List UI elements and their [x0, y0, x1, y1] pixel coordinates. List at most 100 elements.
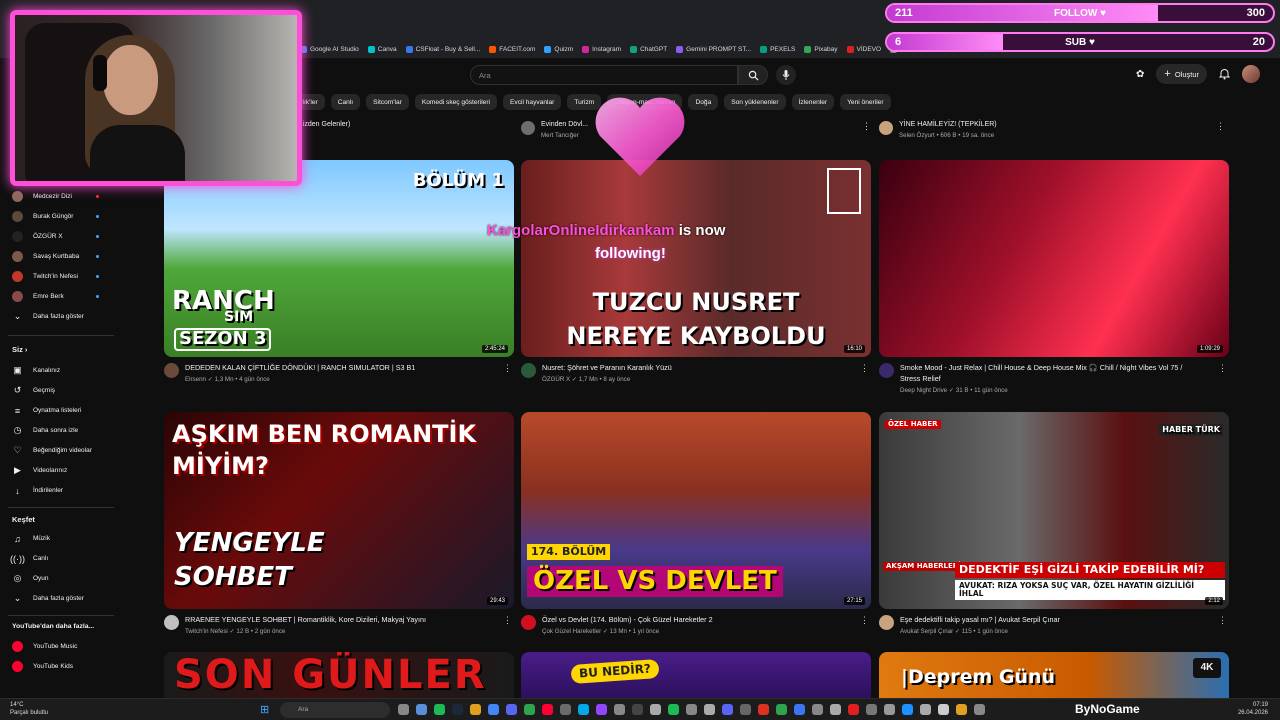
sidebar-you-header[interactable]: Siz › [12, 345, 27, 354]
video-title[interactable]: Eşe dedektifli takip yasal mı? | Avukat … [900, 615, 1200, 626]
app-icon[interactable] [920, 704, 931, 715]
video-title[interactable]: Smoke Mood - Just Relax | Chill House & … [900, 363, 1200, 385]
video-title[interactable]: Nusret: Şöhret ve Paranın Karanlık Yüzü [542, 363, 842, 374]
video-thumbnail[interactable]: BÖLÜM 1 RANCH SIM SEZON 3 2:45:24 [164, 160, 514, 357]
video-card[interactable]: BÖLÜM 1 RANCH SIM SEZON 3 2:45:24 DEDEDEN KAL… [164, 160, 514, 383]
bookmark-item[interactable]: VİDEVO [846, 41, 881, 57]
sidebar-item[interactable]: ≡ Oynatma listeleri [12, 405, 82, 416]
channel-name[interactable]: ÖZGÜR X [542, 376, 570, 383]
app-icon[interactable] [704, 704, 715, 715]
video-thumbnail[interactable]: ÖZEL HABER HABER TÜRK AKŞAM HABERLERİ DEDEK… [879, 412, 1229, 609]
channel-name[interactable]: Avukat Serpil Çınar [900, 628, 953, 635]
app-icon[interactable] [830, 704, 841, 715]
app-icon[interactable] [758, 704, 769, 715]
app-icon[interactable] [902, 704, 913, 715]
discord-icon[interactable] [506, 704, 517, 715]
sidebar-item[interactable]: ↓ İndirilenler [12, 485, 63, 496]
chrome-icon[interactable] [488, 704, 499, 715]
settings-icon[interactable] [560, 704, 571, 715]
account-avatar[interactable] [1242, 65, 1260, 83]
channel-avatar[interactable] [164, 615, 179, 630]
more-options-icon[interactable]: ⋮ [503, 615, 512, 626]
windows-start-icon[interactable]: ⊞ [260, 703, 269, 716]
more-options-icon[interactable]: ⋮ [503, 363, 512, 374]
app-icon[interactable] [686, 704, 697, 715]
sidebar-item[interactable]: ♫ Müzik [12, 533, 50, 544]
channel-avatar[interactable] [164, 363, 179, 378]
more-options-icon[interactable]: ⋮ [860, 615, 869, 626]
steam-icon[interactable] [452, 704, 463, 715]
bookmark-item[interactable]: Pixabay [804, 41, 838, 57]
channel-name[interactable]: Twitch'in Nefesi [185, 628, 228, 635]
app-icon[interactable] [938, 704, 949, 715]
more-options-icon[interactable]: ⋮ [860, 363, 869, 374]
video-thumbnail[interactable]: 1:09:29 [879, 160, 1229, 357]
filter-chip[interactable]: Son yüklenenler [724, 94, 786, 110]
channel-avatar[interactable] [521, 121, 535, 135]
video-card[interactable]: 174. BÖLÜM ÖZEL VS DEVLET 27:15 Özel vs Dev… [521, 412, 871, 635]
sidebar-item[interactable]: ▣ Kanalınız [12, 365, 60, 376]
video-card[interactable]: TUZCU NUSRET NEREYE KAYBOLDU 16:10 Nusret: … [521, 160, 871, 383]
filter-chip[interactable]: Sitcom'lar [366, 94, 409, 110]
app-icon[interactable] [650, 704, 661, 715]
video-title[interactable]: RRAENEE YENGEYLE SOHBET | Romantiklik, K… [185, 615, 485, 626]
channel-avatar[interactable] [521, 615, 536, 630]
video-card[interactable]: 1:09:29 Smoke Mood - Just Relax | Chill H… [879, 160, 1229, 394]
bookmark-item[interactable]: CSFloat - Buy & Sell... [405, 41, 480, 57]
channel-avatar[interactable] [879, 121, 893, 135]
bookmark-item[interactable]: ChatGPT [630, 41, 667, 57]
sidebar-item[interactable]: ♡ Beğendiğim videolar [12, 445, 91, 456]
bell-icon[interactable] [1219, 68, 1230, 80]
voice-search-button[interactable] [776, 65, 796, 85]
bottom-video-thumb-2[interactable]: BU NEDİR? [521, 652, 871, 700]
terminal-icon[interactable] [632, 704, 643, 715]
folder-icon[interactable] [470, 704, 481, 715]
video-thumbnail[interactable]: TUZCU NUSRET NEREYE KAYBOLDU 16:10 [521, 160, 871, 357]
spotify-icon[interactable] [434, 704, 445, 715]
filter-chip[interactable]: Komedi skeç gösterileri [414, 94, 498, 110]
sidebar-subscription[interactable]: Savaş Kurtbaba [12, 251, 99, 262]
app-icon[interactable] [794, 704, 805, 715]
app-icon[interactable] [776, 704, 787, 715]
bookmark-item[interactable]: Quizm [544, 41, 573, 57]
video-title[interactable]: DEDEDEN KALAN ÇİFTLİĞE DÖNDÜK! | RANCH S… [185, 363, 485, 374]
sidebar-subscription[interactable]: ÖZGÜR X [12, 231, 99, 242]
filter-chip[interactable]: İzlenenler [791, 94, 835, 110]
sidebar-item[interactable]: YouTube Music [12, 641, 77, 652]
sidebar-subscription[interactable]: ⌄ Daha fazla göster [12, 311, 84, 322]
channel-avatar[interactable] [879, 363, 894, 378]
app-icon[interactable] [974, 704, 985, 715]
app-icon[interactable] [722, 704, 733, 715]
file-explorer-icon[interactable] [398, 704, 409, 715]
filter-chip[interactable]: Yeni öneriler [840, 94, 891, 110]
more-options-icon[interactable]: ⋮ [1218, 363, 1227, 374]
more-options-icon[interactable]: ⋮ [1218, 615, 1227, 626]
taskbar-search[interactable]: Ara [280, 702, 390, 718]
video-title[interactable]: Özel vs Devlet (174. Bölüm) - Çok Güzel … [542, 615, 842, 626]
sidebar-item[interactable]: ↺ Geçmiş [12, 385, 55, 396]
browser-icon[interactable] [416, 704, 427, 715]
cast-icon[interactable]: ✿ [1136, 69, 1144, 80]
more-options-icon[interactable]: ⋮ [862, 121, 871, 132]
app-icon[interactable] [866, 704, 877, 715]
channel-name[interactable]: Deep Night Drive [900, 387, 947, 394]
channel-name[interactable]: Elrsenn [185, 376, 206, 383]
bookmark-item[interactable]: Canva [367, 41, 397, 57]
sidebar-item[interactable]: ◷ Daha sonra izle [12, 425, 79, 436]
sidebar-subscription[interactable]: Twitch'in Nefesi [12, 271, 99, 282]
sidebar-subscription[interactable]: Burak Güngör [12, 211, 99, 222]
system-clock[interactable]: 07:19 26.04.2026 [1238, 702, 1268, 718]
bookmark-item[interactable]: Instagram [582, 41, 621, 57]
filter-chip[interactable]: Doğa [688, 94, 719, 110]
partial-video-1[interactable]: ...izden Gelenler) [297, 121, 350, 128]
more-options-icon[interactable]: ⋮ [1216, 121, 1225, 132]
sidebar-item[interactable]: ((·)) Canlı [10, 553, 48, 564]
sidebar-item[interactable]: YouTube Kids [12, 661, 73, 672]
video-thumbnail[interactable]: AŞKIM BEN ROMANTİK MİYİM? YENGEYLE SOHBET 29… [164, 412, 514, 609]
partial-video-2[interactable]: Evinden Dövl... Mert Tancığer [521, 121, 588, 139]
bottom-video-thumb-3[interactable]: |Deprem Günü 4K [879, 652, 1229, 700]
bookmark-item[interactable]: Google AI Studio [300, 41, 359, 57]
create-button[interactable]: + Oluştur [1156, 64, 1207, 84]
channel-avatar[interactable] [521, 363, 536, 378]
app-icon[interactable] [614, 704, 625, 715]
